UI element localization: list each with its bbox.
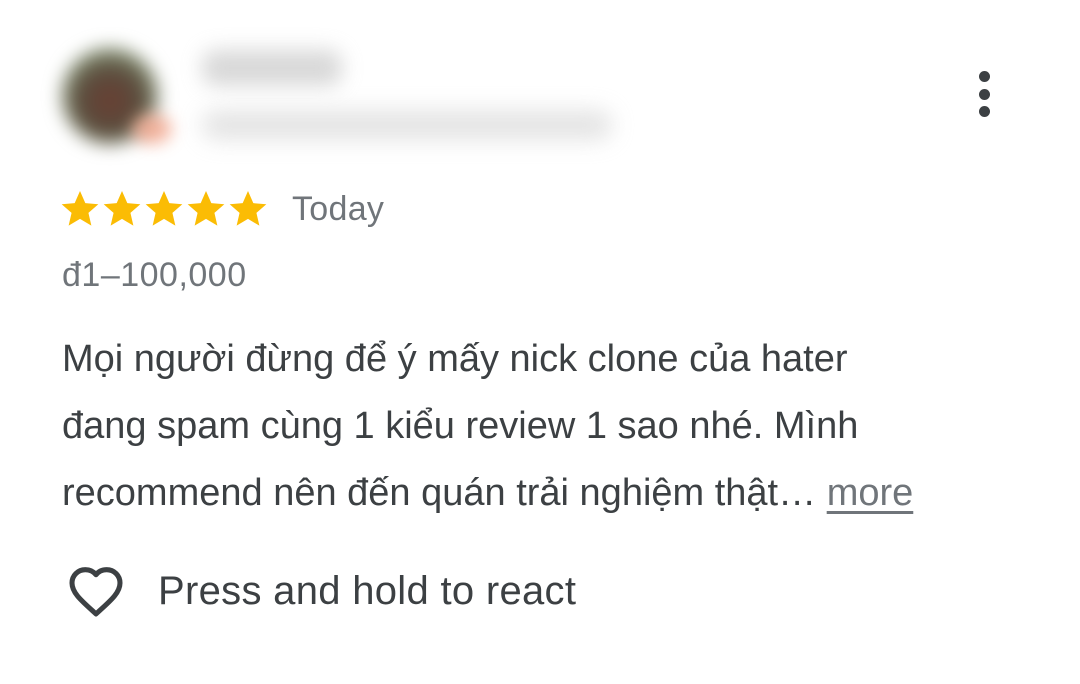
more-vert-icon xyxy=(978,71,990,82)
react-label: Press and hold to react xyxy=(158,568,577,613)
review-text: Mọi người đừng để ý mấy nick clone của h… xyxy=(62,326,1032,527)
more-vert-icon-dot xyxy=(978,106,990,117)
reviewer-header xyxy=(62,28,622,158)
more-options-button[interactable] xyxy=(964,66,1004,122)
more-link[interactable]: more xyxy=(827,472,914,514)
star-icon xyxy=(187,191,225,226)
reviewer-name-blurred[interactable] xyxy=(202,50,342,86)
star-icon xyxy=(103,191,141,226)
star-rating xyxy=(58,187,268,231)
review-card: Today đ1–100,000 Mọi người đừng để ý mấy… xyxy=(0,0,1080,684)
rating-row: Today xyxy=(58,186,384,232)
review-text-line: Mọi người đừng để ý mấy nick clone của h… xyxy=(62,338,848,380)
star-icon xyxy=(61,191,99,226)
more-vert-icon-dot xyxy=(978,88,990,100)
avatar-badge xyxy=(132,114,172,144)
review-text-line: recommend nên đến quán trải nghiệm thật…… xyxy=(62,460,1032,527)
review-date: Today xyxy=(292,189,385,228)
heart-outline-icon xyxy=(69,567,123,617)
reviewer-meta-blurred xyxy=(202,110,612,140)
react-button[interactable]: Press and hold to react xyxy=(64,556,576,626)
review-text-line-content: recommend nên đến quán trải nghiệm thật… xyxy=(62,472,817,514)
star-icon xyxy=(145,191,183,226)
review-text-line: đang spam cùng 1 kiểu review 1 sao nhé. … xyxy=(62,405,859,447)
star-icon xyxy=(229,191,267,226)
price-range: đ1–100,000 xyxy=(62,256,247,294)
